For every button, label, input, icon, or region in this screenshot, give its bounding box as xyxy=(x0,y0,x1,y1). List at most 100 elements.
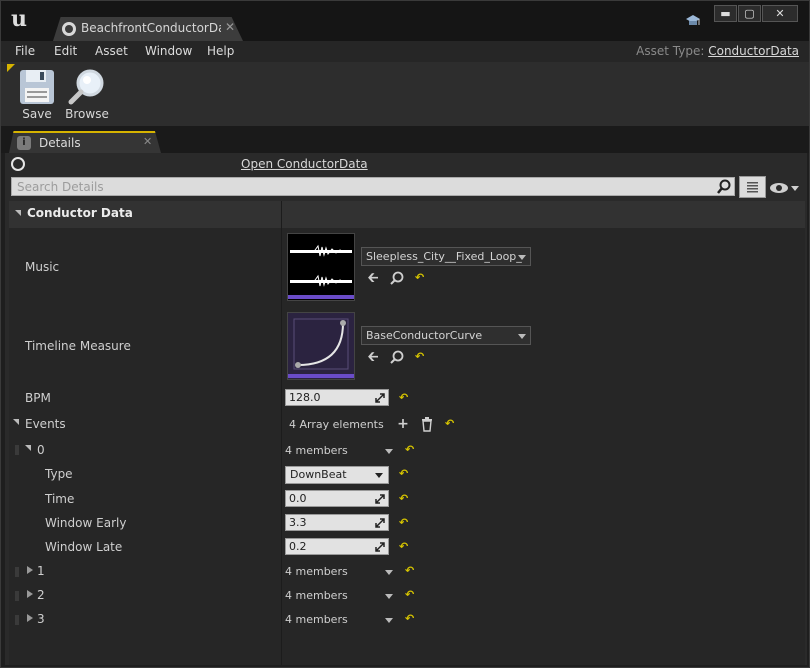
element-3-members: 4 members xyxy=(285,613,348,626)
graduation-cap-icon[interactable] xyxy=(685,13,701,29)
browse-button[interactable]: Browse xyxy=(65,68,109,122)
browse-asset-search-icon[interactable] xyxy=(389,349,405,365)
expand-arrows-icon xyxy=(375,393,385,403)
menu-asset[interactable]: Asset xyxy=(95,44,128,58)
window-late-input[interactable]: 0.2 xyxy=(285,538,389,555)
element-1-index: 1 xyxy=(37,564,45,578)
close-details-tab-icon[interactable]: ✕ xyxy=(143,135,152,148)
document-tab-label: BeachfrontConductorData xyxy=(81,21,221,35)
reset-to-default-icon[interactable]: ↶ xyxy=(405,612,414,625)
reset-to-default-icon[interactable]: ↶ xyxy=(405,564,414,577)
menu-window[interactable]: Window xyxy=(145,44,192,58)
menu-bar: File Edit Asset Window Help Asset Type: … xyxy=(1,41,809,62)
element-2-members: 4 members xyxy=(285,589,348,602)
reset-to-default-icon[interactable]: ↶ xyxy=(405,588,414,601)
property-matrix-button[interactable] xyxy=(739,176,766,198)
chevron-down-icon xyxy=(375,473,383,478)
browse-asset-search-icon[interactable] xyxy=(389,270,405,286)
close-window-button[interactable]: ✕ xyxy=(762,5,798,22)
element-2-expand-icon[interactable] xyxy=(27,590,33,598)
timeline-curve-thumbnail[interactable] xyxy=(287,312,355,380)
element-1-members: 4 members xyxy=(285,565,348,578)
use-selected-arrow-icon[interactable]: 🡰 xyxy=(365,270,381,286)
chevron-down-icon[interactable] xyxy=(385,449,393,454)
editor-window: u BeachfrontConductorData ✕ ▬ ▢ ✕ File E… xyxy=(0,0,810,668)
reset-to-default-icon[interactable]: ↶ xyxy=(399,492,408,505)
asset-type-link[interactable]: ConductorData xyxy=(708,44,799,58)
events-count: 4 Array elements xyxy=(289,418,384,431)
maximize-button[interactable]: ▢ xyxy=(738,5,761,22)
list-view-icon xyxy=(747,182,758,193)
reset-to-default-icon[interactable]: ↶ xyxy=(445,417,454,430)
element-0-expand-icon[interactable] xyxy=(25,445,31,451)
save-label: Save xyxy=(22,107,52,121)
reset-to-default-icon[interactable]: ↶ xyxy=(415,271,424,284)
music-asset-name: Sleepless_City__Fixed_Loop_ xyxy=(366,250,522,263)
search-placeholder: Search Details xyxy=(17,180,104,194)
reset-to-default-icon[interactable]: ↶ xyxy=(415,350,424,363)
music-thumbnail[interactable] xyxy=(287,233,355,301)
open-conductor-data-link[interactable]: Open ConductorData xyxy=(241,157,368,171)
property-rows: Music Sleepless_City__Fixed_Loop_ 🡰 ↶ Ti… xyxy=(9,228,805,665)
element-3-expand-icon[interactable] xyxy=(27,614,33,622)
search-details-input[interactable]: Search Details xyxy=(11,177,735,196)
close-tab-icon[interactable]: ✕ xyxy=(225,20,235,34)
chevron-down-icon[interactable] xyxy=(385,618,393,623)
trash-icon[interactable] xyxy=(419,416,435,432)
reset-to-default-icon[interactable]: ↶ xyxy=(399,516,408,529)
column-divider[interactable] xyxy=(281,201,282,665)
toolbar-corner-marker xyxy=(7,64,15,72)
element-1-expand-icon[interactable] xyxy=(27,566,33,574)
reset-to-default-icon[interactable]: ↶ xyxy=(399,467,408,480)
chevron-down-icon[interactable] xyxy=(385,570,393,575)
window-early-input[interactable]: 3.3 xyxy=(285,514,389,531)
drag-handle-icon[interactable] xyxy=(15,567,19,577)
view-options-eye-icon[interactable] xyxy=(769,181,801,195)
drag-handle-icon[interactable] xyxy=(15,615,19,625)
conductor-data-category[interactable]: Conductor Data xyxy=(9,201,805,228)
toolbar: Save Browse xyxy=(1,62,809,126)
window-controls: ▬ ▢ ✕ xyxy=(714,5,798,22)
document-tab[interactable]: BeachfrontConductorData ✕ xyxy=(53,17,243,41)
bpm-input[interactable]: 128.0 xyxy=(285,389,389,406)
type-dropdown[interactable]: DownBeat xyxy=(285,466,389,484)
asset-ring-icon xyxy=(11,157,25,171)
element-0-members: 4 members xyxy=(285,444,348,457)
add-element-icon[interactable]: + xyxy=(395,416,411,432)
use-selected-arrow-icon[interactable]: 🡰 xyxy=(365,349,381,365)
reset-to-default-icon[interactable]: ↶ xyxy=(399,540,408,553)
menu-edit[interactable]: Edit xyxy=(54,44,77,58)
menu-file[interactable]: File xyxy=(15,44,35,58)
menu-help[interactable]: Help xyxy=(207,44,234,58)
browse-label: Browse xyxy=(65,107,109,121)
reset-to-default-icon[interactable]: ↶ xyxy=(405,443,414,456)
type-value: DownBeat xyxy=(290,468,347,481)
collapse-arrow-icon xyxy=(15,210,21,216)
minimize-button[interactable]: ▬ xyxy=(714,5,737,22)
chevron-down-icon xyxy=(518,255,526,260)
details-tab-label: Details xyxy=(39,136,81,150)
music-asset-picker[interactable]: Sleepless_City__Fixed_Loop_ xyxy=(361,247,531,266)
bpm-value: 128.0 xyxy=(289,391,321,404)
details-tab-bar: i Details ✕ xyxy=(1,126,809,153)
sound-wave-icon xyxy=(288,234,354,300)
window-early-label: Window Early xyxy=(45,516,127,530)
details-tab[interactable]: i Details ✕ xyxy=(9,131,161,153)
element-3-index: 3 xyxy=(37,612,45,626)
asset-type-label: Asset Type: xyxy=(636,44,705,58)
time-input[interactable]: 0.0 xyxy=(285,490,389,507)
drag-handle-icon[interactable] xyxy=(15,445,19,455)
timeline-measure-label: Timeline Measure xyxy=(25,339,131,353)
timeline-asset-picker[interactable]: BaseConductorCurve xyxy=(361,326,531,345)
save-button[interactable]: Save xyxy=(15,68,59,122)
events-expand-icon[interactable] xyxy=(13,419,19,425)
magnifier-icon xyxy=(68,69,104,105)
events-label: Events xyxy=(25,417,66,431)
timeline-asset-name: BaseConductorCurve xyxy=(366,329,483,342)
asset-type-indicator: Asset Type: ConductorData xyxy=(636,44,799,58)
chevron-down-icon[interactable] xyxy=(385,594,393,599)
drag-handle-icon[interactable] xyxy=(15,591,19,601)
title-bar: u BeachfrontConductorData ✕ ▬ ▢ ✕ xyxy=(1,1,809,41)
unreal-logo-icon: u xyxy=(11,6,27,32)
reset-to-default-icon[interactable]: ↶ xyxy=(399,391,408,404)
